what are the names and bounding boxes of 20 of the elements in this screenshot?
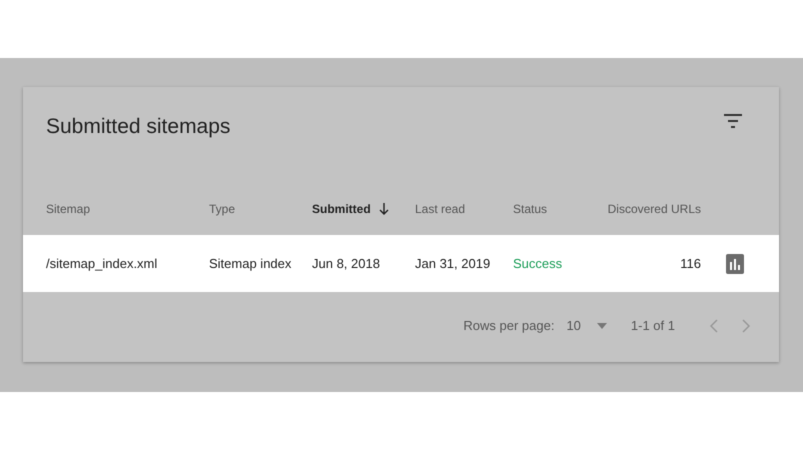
filter-icon[interactable] bbox=[724, 114, 742, 128]
table-cell: 116 bbox=[680, 256, 701, 271]
table-cell: /sitemap_index.xml bbox=[46, 256, 158, 271]
column-header[interactable]: Status bbox=[513, 202, 548, 216]
column-header[interactable]: Sitemap bbox=[46, 202, 90, 216]
rows-per-page-dropdown[interactable]: 10 bbox=[566, 318, 607, 333]
dropdown-caret-icon bbox=[596, 322, 607, 328]
sort-arrow-icon bbox=[378, 203, 389, 215]
bar-chart-icon[interactable] bbox=[726, 254, 744, 274]
table-cell: Jun 8, 2018 bbox=[312, 256, 380, 271]
table-cell: Jan 31, 2019 bbox=[415, 256, 490, 271]
column-header[interactable]: Submitted bbox=[312, 202, 371, 216]
card-title: Submitted sitemaps bbox=[46, 115, 230, 139]
column-header[interactable]: Last read bbox=[415, 202, 466, 216]
column-header[interactable]: Type bbox=[209, 202, 236, 216]
page-range: 1-1 of 1 bbox=[630, 318, 675, 333]
column-header[interactable]: Discovered URLs bbox=[608, 202, 701, 216]
status-text: Success bbox=[513, 256, 562, 271]
rows-per-page-label: Rows per page: bbox=[463, 318, 554, 333]
table-cell: Sitemap index bbox=[209, 256, 292, 271]
